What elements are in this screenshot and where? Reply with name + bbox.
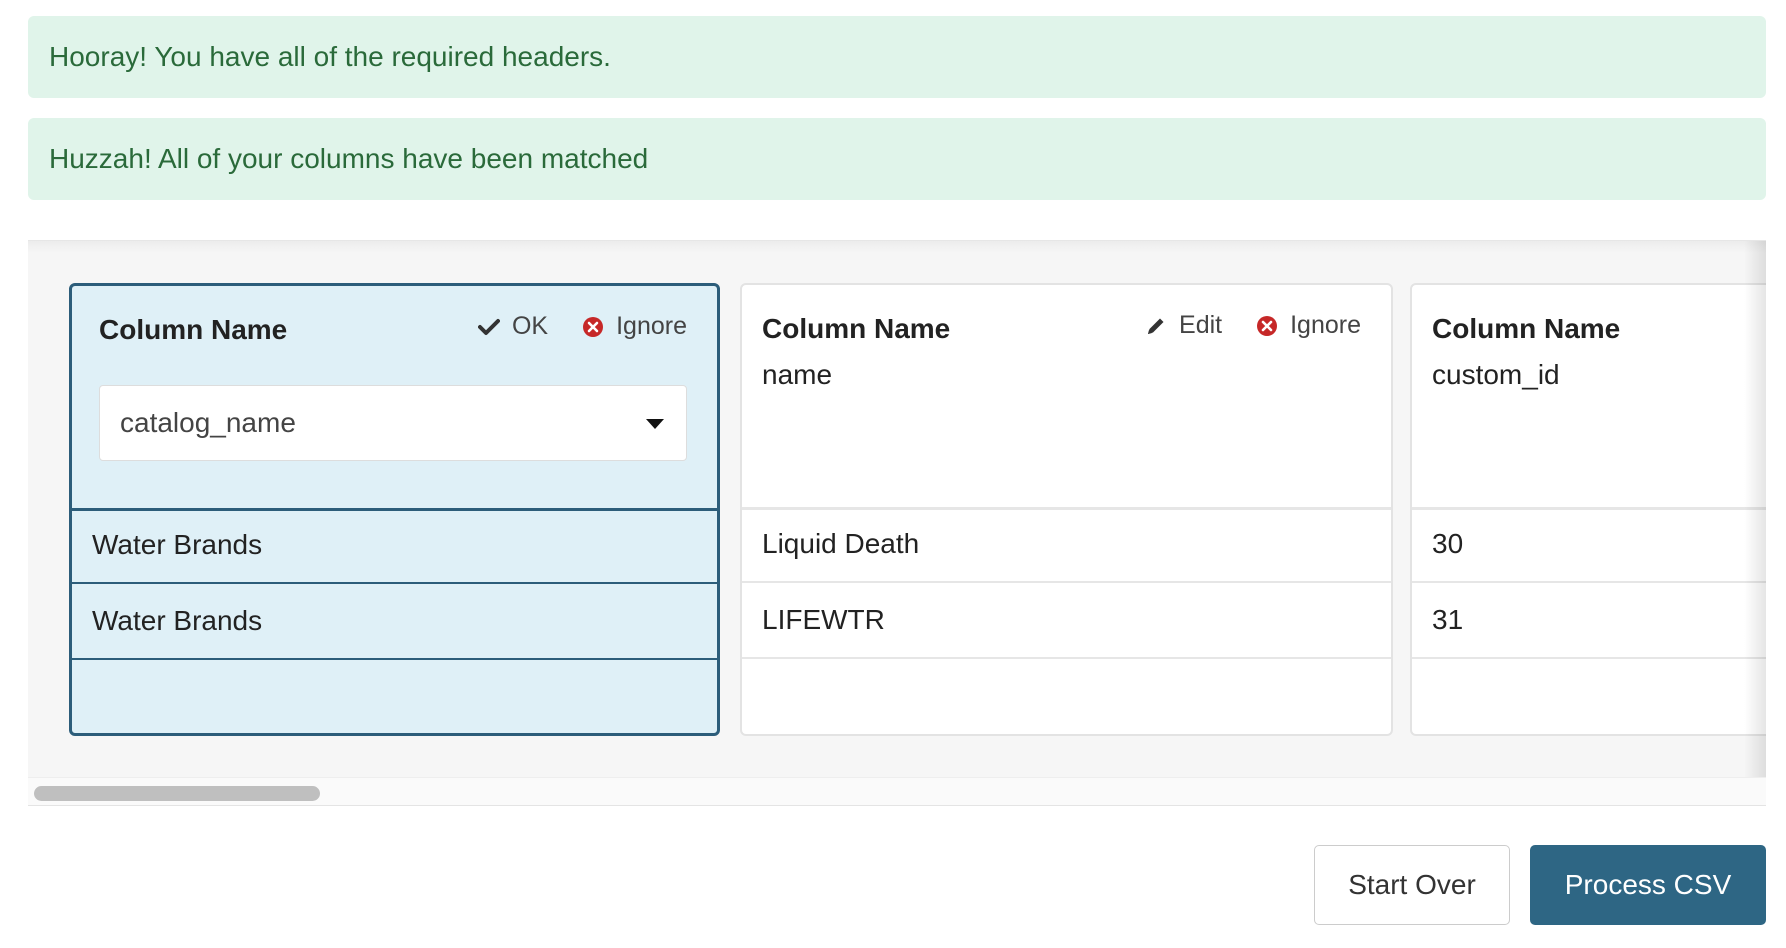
horizontal-scrollbar[interactable] xyxy=(28,777,1766,805)
alert-text: Hooray! You have all of the required hea… xyxy=(49,41,611,72)
column-card-header: Column Name OK Ignore catalog_name xyxy=(72,286,717,511)
caret-down-icon xyxy=(646,419,664,429)
ignore-label: Ignore xyxy=(1290,311,1361,339)
column-card-header: Column Name name Edit Ignore xyxy=(742,285,1391,510)
alert-columns-matched: Huzzah! All of your columns have been ma… xyxy=(28,118,1766,200)
column-scroll-area[interactable]: Column Name OK Ignore catalog_name Water… xyxy=(28,241,1766,777)
column-actions: Edit Ignore xyxy=(1111,311,1361,340)
column-header-value: custom_id xyxy=(1432,359,1560,390)
table-row: Water Brands xyxy=(72,584,717,660)
column-mapping-panel: Column Name OK Ignore catalog_name Water… xyxy=(28,240,1766,806)
ignore-label: Ignore xyxy=(616,312,687,340)
column-title: Column Name xyxy=(99,314,288,345)
column-card-name[interactable]: Column Name name Edit Ignore Liquid Deat… xyxy=(740,283,1393,736)
table-row: 31 xyxy=(1412,583,1766,659)
ok-label: OK xyxy=(511,312,549,340)
column-title: Column Name xyxy=(762,313,951,344)
column-actions: OK Ignore xyxy=(444,312,687,341)
table-row xyxy=(742,659,1391,734)
table-row xyxy=(72,660,717,733)
alert-text: Huzzah! All of your columns have been ma… xyxy=(49,143,649,174)
pencil-icon xyxy=(1145,315,1167,337)
check-icon xyxy=(477,318,500,336)
column-match-select[interactable]: catalog_name xyxy=(99,385,687,461)
edit-button[interactable]: Edit xyxy=(1145,311,1222,340)
close-circle-icon xyxy=(1256,315,1278,337)
panel-inner-shadow xyxy=(28,241,1766,253)
alert-required-headers: Hooray! You have all of the required hea… xyxy=(28,16,1766,98)
column-title: Column Name xyxy=(1432,313,1621,344)
table-row xyxy=(1412,659,1766,734)
column-card-header: Column Name custom_id xyxy=(1412,285,1766,510)
select-value: catalog_name xyxy=(120,407,296,438)
ignore-button[interactable]: Ignore xyxy=(582,312,687,341)
column-header-value: name xyxy=(762,359,833,390)
ignore-button[interactable]: Ignore xyxy=(1256,311,1361,340)
table-row: Liquid Death xyxy=(742,507,1391,583)
column-card-custom-id[interactable]: Column Name custom_id 30 31 xyxy=(1410,283,1766,736)
edit-label: Edit xyxy=(1179,311,1223,339)
scrollbar-thumb[interactable] xyxy=(34,786,320,801)
process-csv-button[interactable]: Process CSV xyxy=(1530,845,1766,925)
table-row: LIFEWTR xyxy=(742,583,1391,659)
column-card-catalog-name[interactable]: Column Name OK Ignore catalog_name Water… xyxy=(69,283,720,736)
close-circle-icon xyxy=(582,316,604,338)
table-row: Water Brands xyxy=(72,508,717,584)
ok-button[interactable]: OK xyxy=(477,312,549,341)
table-row: 30 xyxy=(1412,507,1766,583)
start-over-button[interactable]: Start Over xyxy=(1314,845,1510,925)
